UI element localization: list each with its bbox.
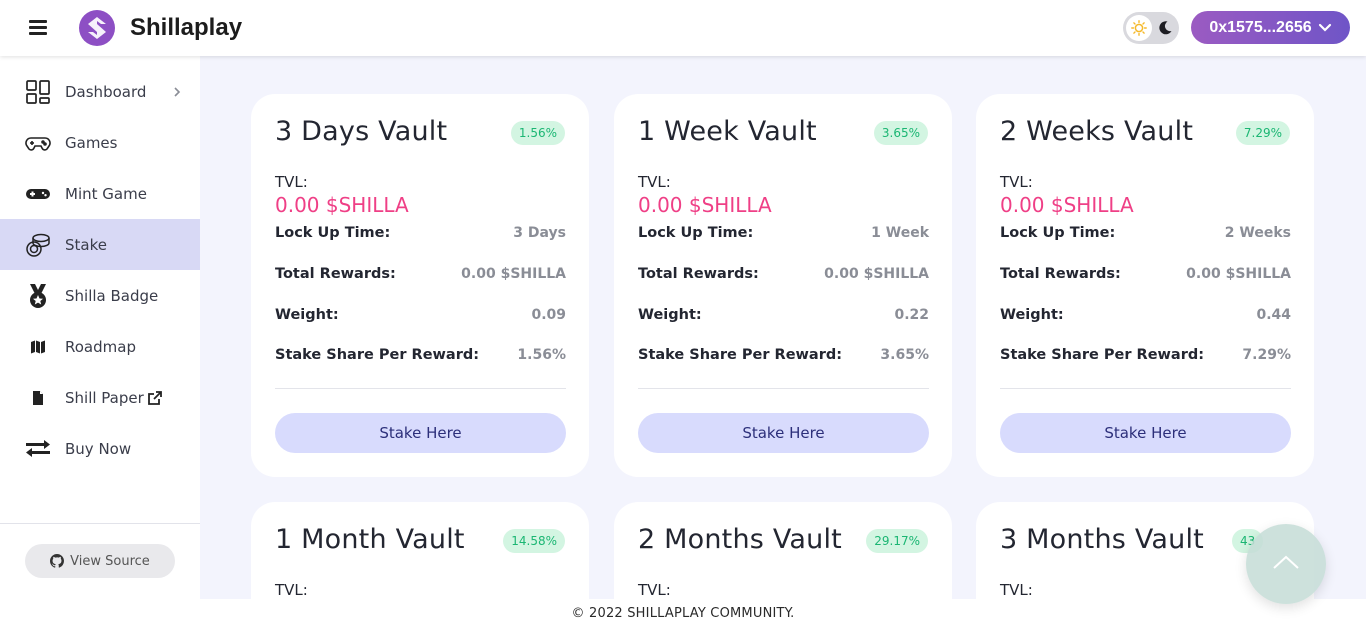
chevron-right-icon [174, 86, 181, 97]
medal-icon [25, 283, 51, 309]
sidebar-item-shill-paper[interactable]: Shill Paper [0, 372, 200, 423]
apr-badge: 7.29% [1235, 121, 1290, 145]
card-divider [638, 388, 929, 389]
sidebar-item-label: Shilla Badge [65, 286, 159, 305]
tvl-label: TVL: [638, 173, 671, 191]
wallet-address: 0x1575...2656 [1209, 18, 1312, 36]
map-icon [25, 334, 51, 360]
sidebar-item-label: Roadmap [65, 337, 136, 356]
tvl-value: 0.00 $SHILLA [1000, 193, 1134, 217]
chevron-up-icon [1273, 555, 1299, 569]
exchange-icon [25, 436, 51, 462]
copyright-text: © 2022 SHILLAPLAY COMMUNITY. [571, 606, 795, 621]
tvl-label: TVL: [1000, 581, 1033, 599]
controller-icon [25, 181, 51, 207]
sidebar-item-roadmap[interactable]: Roadmap [0, 321, 200, 372]
sidebar-item-label: Dashboard [65, 82, 147, 101]
stake-here-button[interactable]: Stake Here [275, 413, 566, 453]
sidebar-item-dashboard[interactable]: Dashboard [0, 66, 200, 117]
sun-icon [1131, 20, 1147, 36]
sidebar-item-label: Stake [65, 235, 107, 254]
vault-title: 1 Week Vault [638, 116, 817, 147]
vault-title: 3 Months Vault [1000, 524, 1204, 555]
card-divider [1000, 388, 1291, 389]
top-bar: Shillaplay 0x1575...2656 [0, 0, 1366, 56]
vault-title: 2 Weeks Vault [1000, 116, 1194, 147]
github-icon [50, 554, 65, 568]
vault-title: 3 Days Vault [275, 116, 448, 147]
chevron-down-icon [1318, 23, 1331, 32]
sidebar-item-label: Shill Paper [65, 388, 144, 407]
tvl-label: TVL: [638, 581, 671, 599]
stake-here-button[interactable]: Stake Here [638, 413, 929, 453]
apr-badge: 1.56% [510, 121, 565, 145]
view-source-button[interactable]: View Source [25, 544, 175, 578]
sidebar: Dashboard Games Mint Game Stake Shilla B… [0, 56, 200, 599]
tvl-label: TVL: [1000, 173, 1033, 191]
apr-badge: 3.65% [873, 121, 928, 145]
theme-toggle[interactable] [1123, 12, 1179, 44]
sidebar-item-label: Mint Game [65, 184, 147, 203]
stake-here-button[interactable]: Stake Here [1000, 413, 1291, 453]
external-link-icon [148, 390, 162, 405]
sidebar-item-label: Games [65, 133, 118, 152]
tvl-value: 0.00 $SHILLA [275, 193, 409, 217]
gamepad-icon [25, 130, 51, 156]
vault-title: 1 Month Vault [275, 524, 465, 555]
sidebar-item-mint-game[interactable]: Mint Game [0, 168, 200, 219]
sidebar-item-games[interactable]: Games [0, 117, 200, 168]
tvl-label: TVL: [275, 173, 308, 191]
sidebar-item-stake[interactable]: Stake [0, 219, 200, 270]
tvl-label: TVL: [275, 581, 308, 599]
shillaplay-logo [79, 10, 115, 46]
tvl-value: 0.00 $SHILLA [638, 193, 772, 217]
scroll-to-top-button[interactable] [1246, 524, 1326, 604]
dashboard-icon [25, 79, 51, 105]
vault-card: 2 Weeks Vault 7.29% TVL: 0.00 $SHILLA Lo… [976, 94, 1314, 477]
apr-badge: 14.58% [503, 529, 565, 553]
brand-name: Shillaplay [130, 14, 243, 41]
sidebar-item-label: Buy Now [65, 439, 132, 458]
card-divider [275, 388, 566, 389]
view-source-label: View Source [70, 553, 150, 569]
sidebar-item-shilla-badge[interactable]: Shilla Badge [0, 270, 200, 321]
hamburger-menu-icon[interactable] [29, 20, 47, 36]
footer: © 2022 SHILLAPLAY COMMUNITY. [0, 599, 1366, 629]
sidebar-divider [0, 523, 200, 524]
sidebar-item-buy-now[interactable]: Buy Now [0, 423, 200, 474]
vault-card: 3 Days Vault 1.56% TVL: 0.00 $SHILLA Loc… [251, 94, 589, 477]
apr-badge: 29.17% [866, 529, 928, 553]
wallet-button[interactable]: 0x1575...2656 [1191, 11, 1350, 44]
moon-icon [1159, 21, 1172, 35]
vault-title: 2 Months Vault [638, 524, 842, 555]
document-icon [25, 385, 51, 411]
coins-icon [25, 232, 51, 258]
vault-card: 1 Week Vault 3.65% TVL: 0.00 $SHILLA Loc… [614, 94, 952, 477]
